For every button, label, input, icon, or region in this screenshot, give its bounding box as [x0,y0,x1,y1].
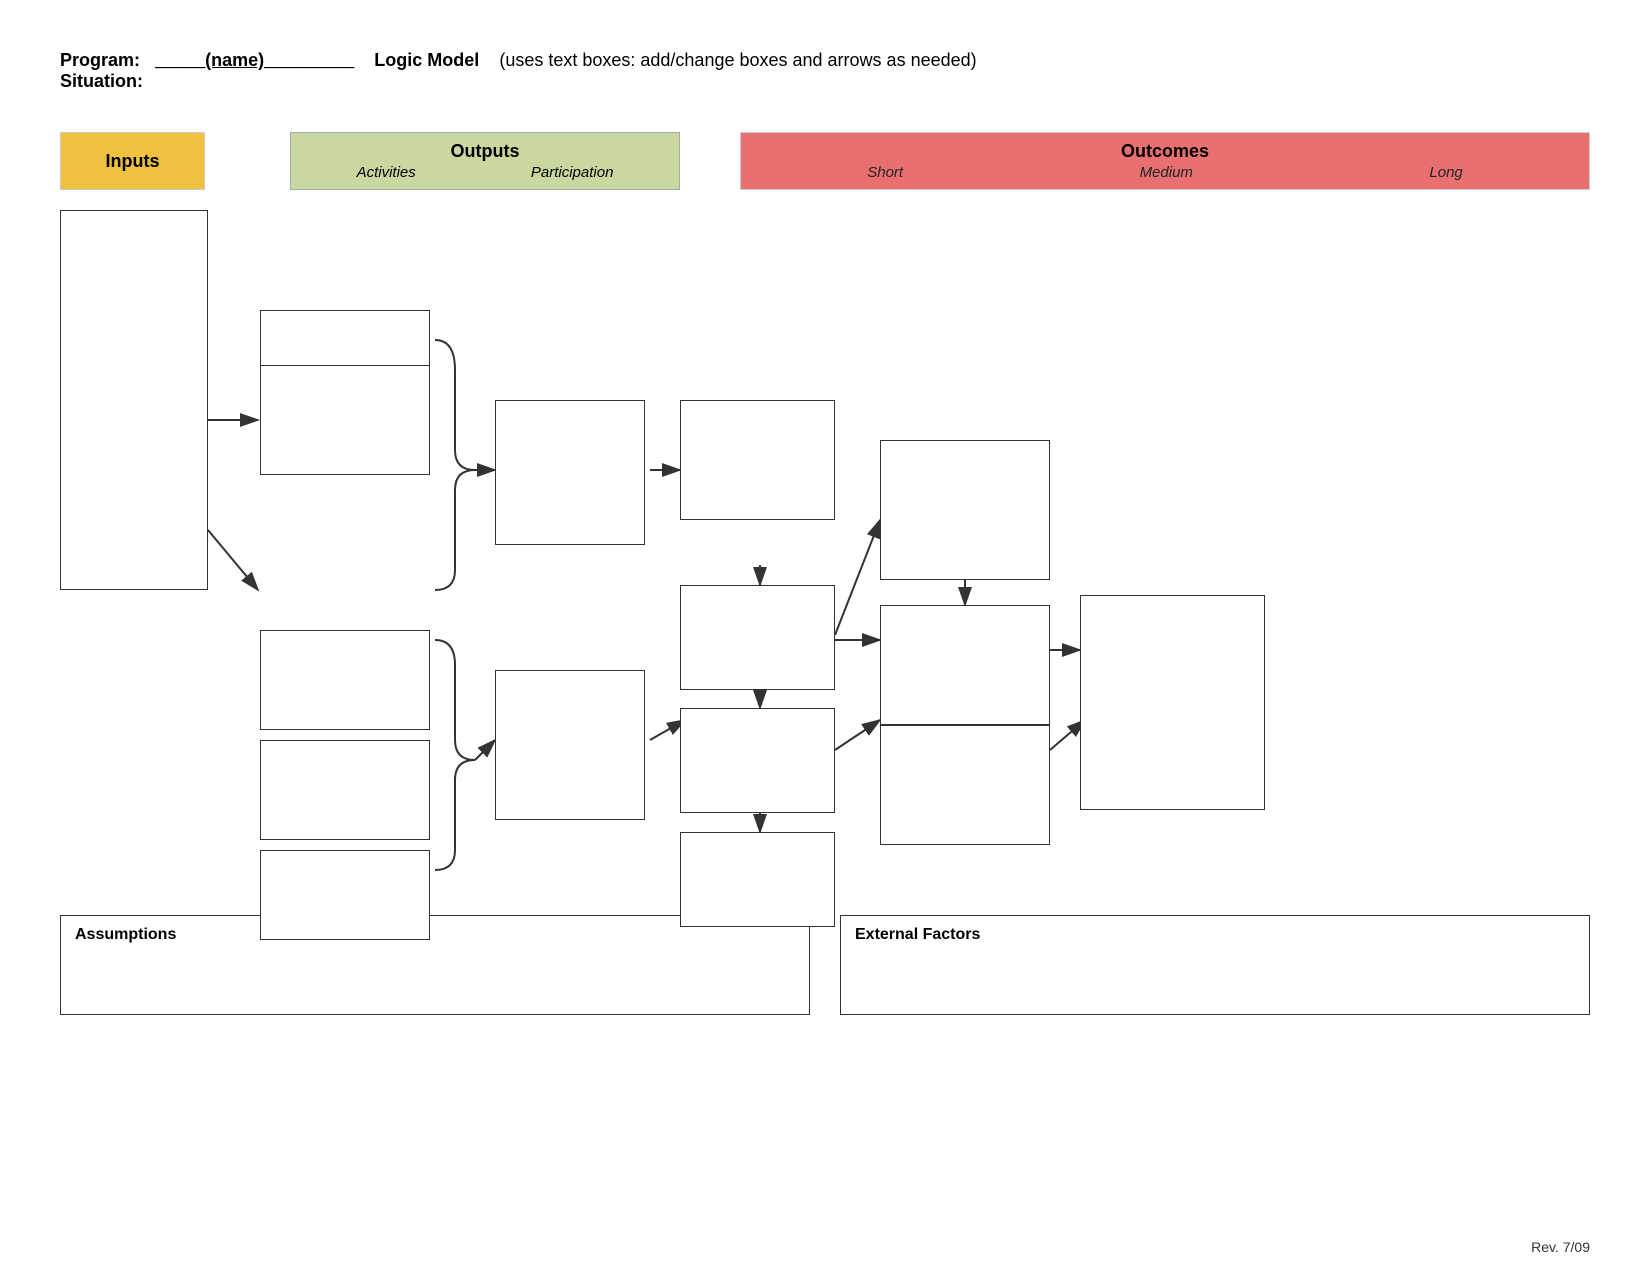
assumptions-title: Assumptions [75,926,795,944]
short-outcome-3[interactable] [680,708,835,813]
participation-box-2[interactable] [495,670,645,820]
short-outcome-1[interactable] [680,400,835,520]
external-factors-title: External Factors [855,926,1575,944]
header-subtitle: (uses text boxes: add/change boxes and a… [499,50,976,70]
spacer1 [205,132,290,190]
outcomes-title: Outcomes [1121,141,1209,162]
outputs-participation: Participation [531,164,614,181]
short-outcome-2[interactable] [680,585,835,690]
spacer2 [680,132,740,190]
medium-outcome-2[interactable] [880,605,1050,725]
header: Program: _____(name)_________ Logic Mode… [60,50,1590,92]
outputs-activities: Activities [357,164,416,181]
medium-outcome-3[interactable] [880,725,1050,845]
external-factors-box[interactable]: External Factors [840,915,1590,1015]
participation-box-1[interactable] [495,400,645,545]
arrow-short3-to-med2 [835,720,880,750]
outcomes-subtitle: Short Medium Long [749,164,1581,181]
outcomes-short: Short [867,164,903,181]
arrow-short2-to-med1 [835,520,880,635]
arrow-inputs-to-act2 [208,530,258,590]
assumptions-box[interactable]: Assumptions [60,915,810,1015]
activities-box-3[interactable] [260,630,430,730]
arrow-brace-bottom-to-participation2 [475,740,495,760]
diagram [60,210,1590,890]
outcomes-long: Long [1429,164,1462,181]
long-outcome[interactable] [1080,595,1265,810]
medium-outcome-1[interactable] [880,440,1050,580]
inputs-box[interactable] [60,210,208,590]
outcomes-header: Outcomes Short Medium Long [740,132,1590,190]
activities-box-5[interactable] [260,850,430,940]
outputs-title: Outputs [451,141,520,162]
activities-box-2[interactable] [260,365,430,475]
activities-box-4[interactable] [260,740,430,840]
program-name: _____(name)_________ [155,50,354,70]
column-headers: Inputs Outputs Activities Participation … [60,132,1590,190]
logic-model-label: Logic Model [374,50,479,70]
brace-top [435,340,475,590]
situation-label: Situation: [60,71,1590,92]
outputs-header: Outputs Activities Participation [290,132,680,190]
revision-label: Rev. 7/09 [1531,1239,1590,1255]
brace-bottom [435,640,475,870]
short-outcome-4[interactable] [680,832,835,927]
program-label: Program: [60,50,140,70]
outcomes-medium: Medium [1140,164,1193,181]
outputs-subtitle: Activities Participation [299,164,671,181]
page: Program: _____(name)_________ Logic Mode… [0,0,1650,1275]
inputs-header: Inputs [60,132,205,190]
header-line1: Program: _____(name)_________ Logic Mode… [60,50,1590,71]
